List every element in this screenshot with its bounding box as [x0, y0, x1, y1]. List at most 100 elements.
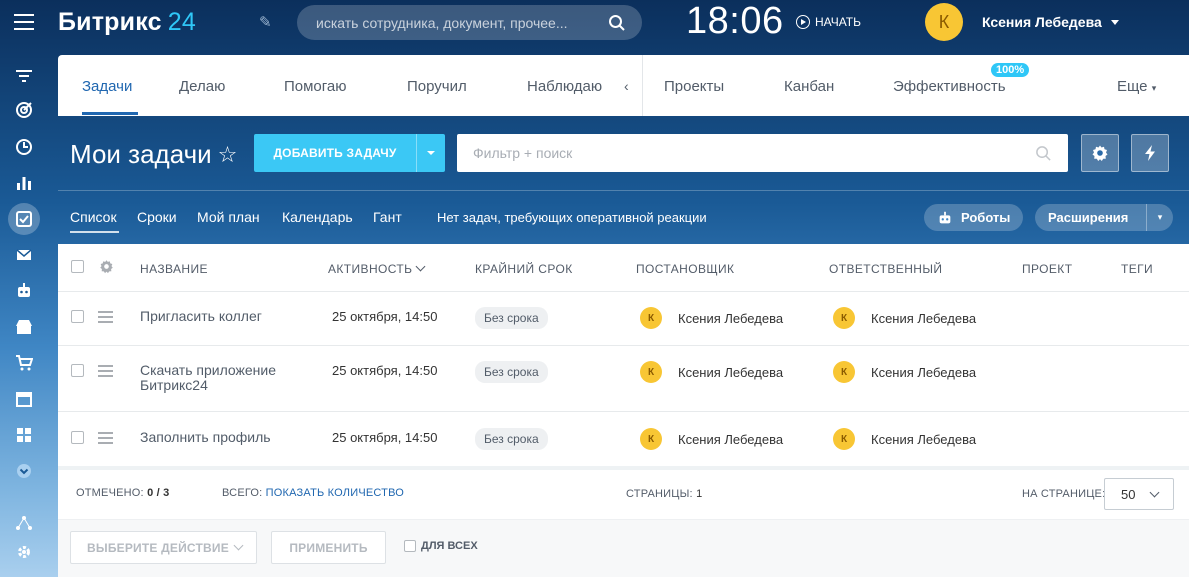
- pages-indicator: СТРАНИЦЫ: 1: [626, 488, 703, 500]
- drag-handle-icon[interactable]: [98, 365, 113, 380]
- page-number[interactable]: 1: [696, 488, 702, 500]
- column-header-creator[interactable]: ПОСТАНОВЩИК: [636, 262, 734, 276]
- deadline-badge[interactable]: Без срока: [475, 307, 548, 329]
- per-page-select[interactable]: 50: [1104, 478, 1174, 510]
- store-icon[interactable]: [12, 315, 36, 339]
- start-workday-button[interactable]: НАЧАТЬ: [796, 15, 861, 29]
- row-divider: [58, 345, 1189, 346]
- tab-kanban[interactable]: Канбан: [784, 78, 834, 95]
- gear-icon: [1092, 145, 1108, 161]
- task-creator[interactable]: К Ксения Лебедева: [640, 428, 783, 450]
- row-divider: [58, 291, 1189, 292]
- robots-button[interactable]: Роботы: [924, 204, 1023, 231]
- view-deadlines[interactable]: Сроки: [137, 209, 177, 225]
- tab-helping[interactable]: Помогаю: [284, 78, 347, 95]
- row-checkbox[interactable]: [71, 431, 84, 444]
- apps-icon[interactable]: [12, 423, 36, 447]
- view-list[interactable]: Список: [70, 209, 117, 225]
- user-menu[interactable]: К Ксения Лебедева: [925, 3, 1119, 41]
- settings-icon[interactable]: [12, 540, 36, 564]
- add-task-button[interactable]: ДОБАВИТЬ ЗАДАЧУ: [254, 134, 445, 172]
- checked-counter: ОТМЕЧЕНО: 0 / 3: [76, 487, 170, 499]
- column-header-activity[interactable]: АКТИВНОСТЬ: [328, 261, 426, 276]
- cart-icon[interactable]: [12, 351, 36, 375]
- search-icon[interactable]: [608, 14, 626, 32]
- mail-icon[interactable]: [12, 243, 36, 267]
- tab-doing[interactable]: Делаю: [179, 78, 225, 95]
- clock: 18:06: [686, 0, 784, 42]
- tab-assigned[interactable]: Поручил: [407, 78, 467, 95]
- search-input[interactable]: [316, 14, 608, 31]
- add-task-dropdown[interactable]: [416, 134, 445, 172]
- robot-icon[interactable]: [12, 279, 36, 303]
- page-title: Мои задачи ☆: [70, 139, 238, 169]
- tasks-grid: НАЗВАНИЕ АКТИВНОСТЬ КРАЙНИЙ СРОК ПОСТАНО…: [58, 244, 1189, 577]
- tab-more[interactable]: Еще ▾: [1117, 78, 1156, 95]
- task-name[interactable]: Пригласить коллег: [140, 309, 310, 324]
- bar-chart-icon[interactable]: [12, 171, 36, 195]
- column-header-name[interactable]: НАЗВАНИЕ: [140, 262, 208, 276]
- deadline-badge[interactable]: Без срока: [475, 361, 548, 383]
- task-responsible[interactable]: К Ксения Лебедева: [833, 428, 976, 450]
- tab-projects[interactable]: Проекты: [664, 78, 724, 95]
- column-header-deadline[interactable]: КРАЙНИЙ СРОК: [475, 262, 573, 276]
- filter-input[interactable]: [473, 145, 1035, 161]
- select-all-checkbox[interactable]: [71, 260, 84, 273]
- tab-watching[interactable]: Наблюдаю: [527, 78, 602, 95]
- more-icon[interactable]: [12, 459, 36, 483]
- action-select[interactable]: ВЫБЕРИТЕ ДЕЙСТВИЕ: [70, 531, 257, 564]
- total-counter: ВСЕГО: ПОКАЗАТЬ КОЛИЧЕСТВО: [222, 487, 405, 499]
- time-icon[interactable]: [12, 135, 36, 159]
- avatar: К: [925, 3, 963, 41]
- calendar-icon[interactable]: [12, 387, 36, 411]
- task-creator[interactable]: К Ксения Лебедева: [640, 361, 783, 383]
- row-checkbox[interactable]: [71, 310, 84, 323]
- avatar: К: [833, 307, 855, 329]
- chevron-left-icon[interactable]: ‹: [624, 78, 629, 94]
- task-responsible[interactable]: К Ксения Лебедева: [833, 361, 976, 383]
- view-calendar[interactable]: Календарь: [282, 209, 353, 225]
- apply-button[interactable]: ПРИМЕНИТЬ: [271, 531, 386, 564]
- drag-handle-icon[interactable]: [98, 432, 113, 447]
- left-sidebar: [0, 0, 48, 577]
- checkbox[interactable]: [404, 540, 416, 552]
- menu-icon[interactable]: [14, 14, 34, 30]
- view-gantt[interactable]: Гант: [373, 209, 402, 225]
- avatar: К: [640, 428, 662, 450]
- network-icon[interactable]: [12, 511, 36, 535]
- star-icon[interactable]: ☆: [218, 142, 238, 168]
- task-creator[interactable]: К Ксения Лебедева: [640, 307, 783, 329]
- chevron-down-icon: [1149, 487, 1160, 498]
- tab-efficiency[interactable]: Эффективность: [893, 78, 1006, 95]
- pencil-icon[interactable]: ✎: [259, 13, 272, 31]
- show-count-link[interactable]: ПОКАЗАТЬ КОЛИЧЕСТВО: [266, 487, 404, 499]
- filter-feed-icon[interactable]: [12, 64, 36, 88]
- task-activity: 25 октября, 14:50: [332, 363, 438, 378]
- logo[interactable]: Битрикс 24: [58, 8, 196, 37]
- task-name[interactable]: Скачать приложение Битрикс24: [140, 363, 310, 393]
- global-search[interactable]: [297, 5, 642, 40]
- column-settings-icon[interactable]: [99, 259, 114, 274]
- column-header-responsible[interactable]: ОТВЕТСТВЕННЫЙ: [829, 262, 942, 276]
- extensions-dropdown[interactable]: ▾: [1146, 204, 1173, 231]
- extensions-button[interactable]: Расширения ▾: [1035, 204, 1173, 231]
- column-header-project[interactable]: ПРОЕКТ: [1022, 262, 1072, 276]
- user-name: Ксения Лебедева: [982, 14, 1102, 30]
- task-name[interactable]: Заполнить профиль: [140, 430, 310, 445]
- row-checkbox[interactable]: [71, 364, 84, 377]
- view-my-plan[interactable]: Мой план: [197, 209, 260, 225]
- avatar: К: [833, 361, 855, 383]
- for-all-checkbox[interactable]: ДЛЯ ВСЕХ: [404, 540, 478, 552]
- task-responsible[interactable]: К Ксения Лебедева: [833, 307, 976, 329]
- filter-search[interactable]: [457, 134, 1068, 172]
- tasks-icon[interactable]: [8, 203, 40, 235]
- target-icon[interactable]: [12, 98, 36, 122]
- quick-action-button[interactable]: [1131, 134, 1169, 172]
- column-header-tags[interactable]: ТЕГИ: [1121, 262, 1153, 276]
- avatar: К: [833, 428, 855, 450]
- deadline-badge[interactable]: Без срока: [475, 428, 548, 450]
- settings-button[interactable]: [1081, 134, 1119, 172]
- tab-tasks[interactable]: Задачи: [82, 78, 132, 95]
- drag-handle-icon[interactable]: [98, 311, 113, 326]
- search-icon[interactable]: [1035, 145, 1052, 162]
